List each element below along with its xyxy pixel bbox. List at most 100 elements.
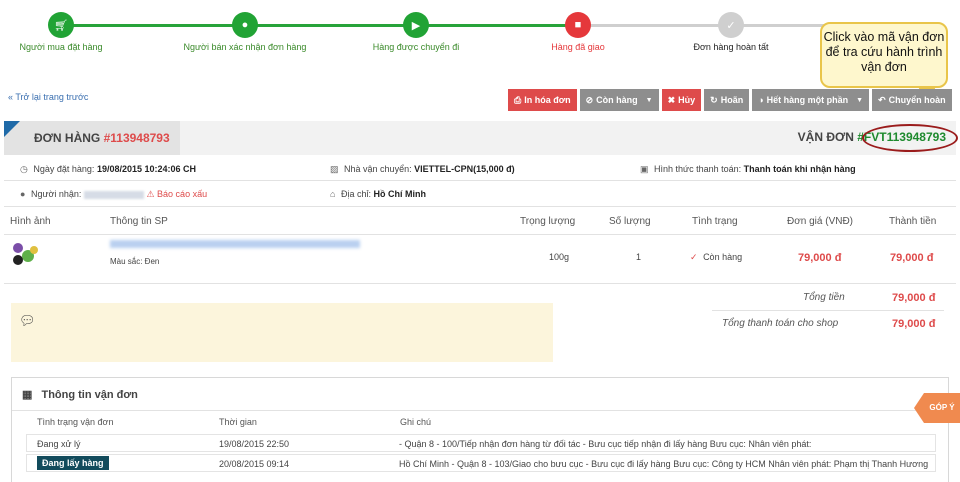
payment-value: Thanh toán khi nhận hàng xyxy=(743,164,856,174)
product-quantity: 1 xyxy=(636,252,642,262)
comment-box[interactable]: 💬︎ xyxy=(11,303,553,362)
back-link[interactable]: « Trở lại trang trước xyxy=(8,92,88,102)
address-value: Hồ Chí Minh xyxy=(373,189,426,199)
divider xyxy=(4,206,956,207)
waybill-note: - Quận 8 - 100/Tiếp nhận đơn hàng từ đối… xyxy=(399,439,812,449)
order-header: ĐƠN HÀNG #113948793 VẬN ĐƠN #FVT11394879… xyxy=(4,121,956,155)
waybill-callout: Click vào mã vận đơn để tra cứu hành trì… xyxy=(820,22,948,88)
order-number: #113948793 xyxy=(103,131,170,145)
printer-icon: ⎙ xyxy=(514,94,522,105)
step-label: Hàng đã giao xyxy=(551,42,605,52)
transfer-return-label: Chuyển hoàn xyxy=(888,95,946,105)
truck-icon: ▶ xyxy=(403,12,429,38)
step-shipped: ▶ Hàng được chuyển đi xyxy=(346,12,486,52)
print-invoice-label: In hóa đơn xyxy=(524,95,571,105)
receiver-name-redacted xyxy=(83,190,144,199)
shop-total-label: Tổng thanh toán cho shop xyxy=(722,318,839,329)
cancel-button[interactable]: ✖ Hủy xyxy=(661,89,702,111)
divider xyxy=(4,180,956,181)
product-color: Màu sắc: Đen xyxy=(110,257,160,266)
partial-out-of-stock-label: Hết hàng một phần xyxy=(766,95,849,105)
address: ⌂ Địa chỉ: Hồ Chí Minh xyxy=(330,189,426,199)
col-waybill-status: Tình trạng vận đơn xyxy=(37,417,114,427)
waybill-label: VẬN ĐƠN xyxy=(797,130,854,144)
cancel-label: Hủy xyxy=(678,95,696,105)
product-total: 79,000 đ xyxy=(890,252,934,264)
in-stock-label: Còn hàng xyxy=(596,95,638,105)
col-weight: Trọng lượng xyxy=(520,216,576,227)
col-status: Tình trạng xyxy=(692,216,738,227)
step-delivered: ■ Hàng đã giao xyxy=(508,12,648,52)
divider xyxy=(4,283,956,284)
report-bad-link[interactable]: ⚠ Báo cáo xấu xyxy=(146,189,207,199)
check-icon: ✓ xyxy=(690,252,698,262)
col-image: Hình ảnh xyxy=(10,216,51,227)
reply-icon: ↶ xyxy=(878,94,886,105)
status-badge: Đang lấy hàng xyxy=(37,456,109,470)
in-stock-button[interactable]: ⊘ Còn hàng ▼ xyxy=(579,89,659,111)
user-icon: ● xyxy=(20,189,26,199)
receiver: ● Người nhận: ⚠ Báo cáo xấu xyxy=(20,189,207,200)
warning-icon: ⚠ xyxy=(146,189,155,199)
payment-label: Hình thức thanh toán: xyxy=(654,164,742,174)
total-value: 79,000 đ xyxy=(892,292,936,304)
payment-method: ▣ Hình thức thanh toán: Thanh toán khi n… xyxy=(640,164,856,175)
step-label: Hàng được chuyển đi xyxy=(372,42,460,52)
refresh-icon: ↻ xyxy=(710,94,718,105)
print-invoice-button[interactable]: ⎙ In hóa đơn xyxy=(508,89,577,111)
order-date-value: 19/08/2015 10:24:06 CH xyxy=(96,164,197,174)
table-row: Đang lấy hàng 20/08/2015 09:14 Hồ Chí Mi… xyxy=(26,454,936,472)
gift-icon: ■ xyxy=(565,12,591,38)
half-circle-icon: ◑ xyxy=(758,95,764,105)
col-total: Thành tiền xyxy=(889,216,937,227)
product-status: ✓ Còn hàng xyxy=(690,252,742,263)
home-icon: ⌂ xyxy=(330,189,336,199)
col-unit-price: Đơn giá (VNĐ) xyxy=(787,216,854,227)
partial-out-of-stock-button[interactable]: ◑ Hết hàng một phần ▼ xyxy=(752,89,870,111)
waybill-note: Hồ Chí Minh - Quận 8 - 103/Giao cho bưu … xyxy=(399,459,929,469)
shipping-title-label: Thông tin vận đơn xyxy=(41,389,138,401)
col-quantity: Số lượng xyxy=(609,216,651,227)
waybill-time: 20/08/2015 09:14 xyxy=(219,459,290,469)
order-date: ◷ Ngày đặt hàng: 19/08/2015 10:24:06 CH xyxy=(20,164,196,175)
table-row: Đang xử lý 19/08/2015 22:50 - Quận 8 - 1… xyxy=(26,434,936,452)
transfer-return-button[interactable]: ↶ Chuyển hoàn xyxy=(872,89,952,111)
step-label: Người mua đặt hàng xyxy=(19,42,103,52)
divider xyxy=(12,410,948,411)
postpone-label: Hoãn xyxy=(720,95,744,105)
tab-corner xyxy=(4,121,20,137)
postpone-button[interactable]: ↻ Hoãn xyxy=(704,89,750,111)
col-product-info: Thông tin SP xyxy=(110,216,168,227)
divider xyxy=(712,310,944,311)
order-title-tab: ĐƠN HÀNG #113948793 xyxy=(4,121,180,155)
money-icon: ▣ xyxy=(640,164,649,174)
product-name-link-redacted[interactable] xyxy=(110,240,360,248)
user-icon: ● xyxy=(232,12,258,38)
chat-icon: 💬︎ xyxy=(19,313,36,328)
order-toolbar: ⎙ In hóa đơn ⊘ Còn hàng ▼ ✖ Hủy ↻ Hoãn ◑… xyxy=(508,89,955,111)
product-thumbnail[interactable] xyxy=(10,240,42,268)
step-buyer-ordered: 🛒︎ Người mua đặt hàng xyxy=(0,12,131,52)
order-date-label: Ngày đặt hàng: xyxy=(33,164,95,174)
shipping-title: ▦ Thông tin vận đơn xyxy=(22,388,138,401)
carrier-label: Nhà vận chuyển: xyxy=(344,164,412,174)
shop-total-value: 79,000 đ xyxy=(892,318,936,330)
close-icon: ✖ xyxy=(667,94,676,105)
col-time: Thời gian xyxy=(219,417,257,427)
divider xyxy=(4,234,956,235)
carrier: ▨ Nhà vận chuyển: VIETTEL-CPN(15,000 đ) xyxy=(330,164,515,175)
waybill-time: 19/08/2015 22:50 xyxy=(219,439,290,449)
truck-icon: ▨ xyxy=(330,164,339,174)
cart-icon: 🛒︎ xyxy=(48,12,74,38)
feedback-button[interactable]: GÓP Ý xyxy=(914,393,960,423)
shipping-info-panel: ▦ Thông tin vận đơn Tình trạng vận đơn T… xyxy=(11,377,949,482)
check-icon: ✓ xyxy=(718,12,744,38)
order-detail-page: 🛒︎ Người mua đặt hàng ● Người bán xác nh… xyxy=(0,0,960,482)
chevron-down-icon: ▼ xyxy=(856,96,864,104)
col-note: Ghi chú xyxy=(400,417,432,427)
step-label: Người bán xác nhận đơn hàng xyxy=(183,42,307,52)
product-status-label: Còn hàng xyxy=(703,252,743,262)
order-title: ĐƠN HÀNG #113948793 xyxy=(34,131,170,145)
waybill-highlight-ring xyxy=(862,124,958,152)
step-label: Đơn hàng hoàn tất xyxy=(693,42,769,52)
